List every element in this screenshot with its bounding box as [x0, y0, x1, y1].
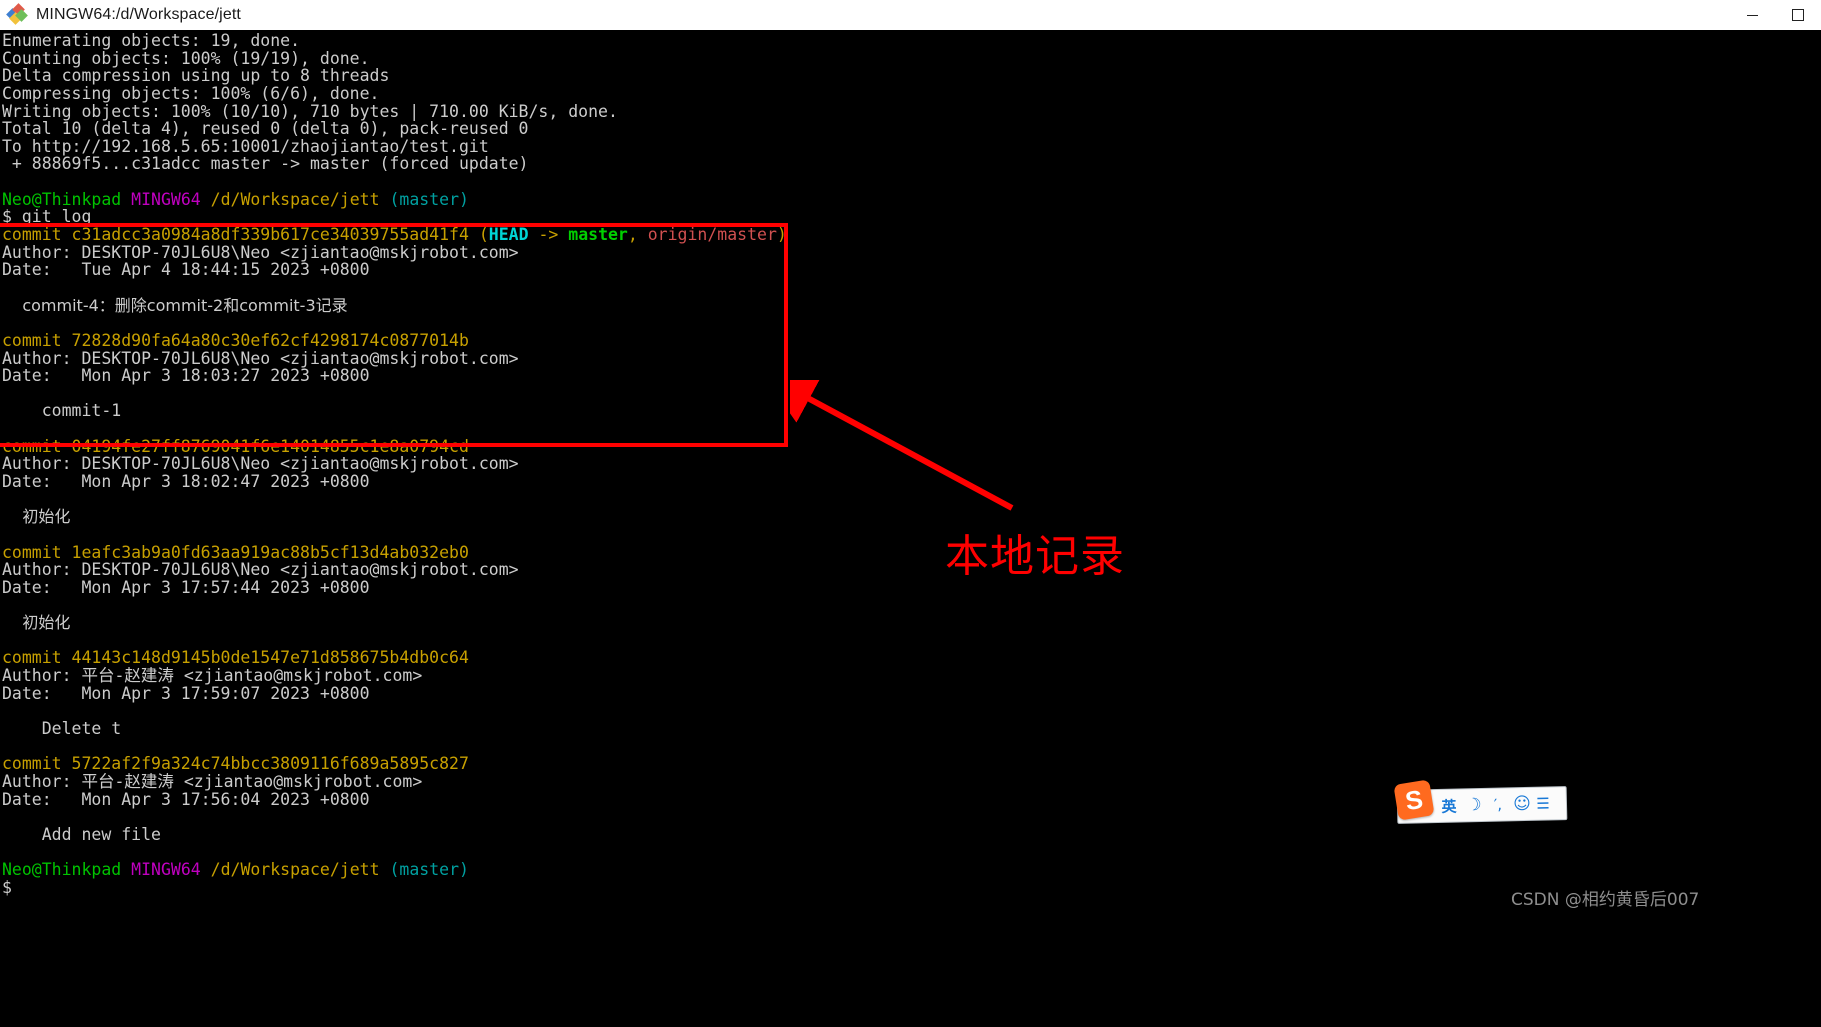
ime-language-mode[interactable]: 英 — [1436, 789, 1463, 822]
push-output-line: Delta compression using up to 8 threads — [2, 66, 390, 86]
final-prompt-line: $ — [2, 877, 12, 897]
commit-message-line: Add new file — [2, 826, 787, 844]
push-output-line: Total 10 (delta 4), reused 0 (delta 0), … — [2, 119, 529, 139]
punctuation-icon[interactable]: ′, — [1486, 788, 1511, 821]
terminal-output: Enumerating objects: 19, done. Counting o… — [0, 30, 787, 896]
commit-hash: commit 04194fe27ff8769041f6e14014855c1e8… — [2, 436, 469, 456]
commit-date-line: Date: Tue Apr 4 18:44:15 2023 +0800 — [2, 260, 370, 280]
commit-hash-line: commit 5722af2f9a324c74bbcc3809116f689a5… — [2, 755, 787, 773]
command-line: $ git log — [2, 207, 92, 227]
commit-date-line: Date: Mon Apr 3 17:56:04 2023 +0800 — [2, 789, 370, 809]
command-text: git log — [21, 207, 92, 227]
commit-author-line: Author: DESKTOP-70JL6U8\Neo <zjiantao@ms… — [2, 560, 519, 580]
commit-message: Add new file — [2, 824, 161, 844]
terminal-window[interactable]: Enumerating objects: 19, done. Counting o… — [0, 30, 1821, 1027]
commit-message: 初始化 — [2, 507, 71, 527]
commit-author-line: Author: 平台-赵建涛 <zjiantao@mskjrobot.com> — [2, 771, 423, 791]
commit-message: commit-1 — [2, 401, 122, 421]
window-title: MINGW64:/d/Workspace/jett — [36, 6, 241, 23]
prompt-user-host: Neo@Thinkpad — [2, 860, 122, 880]
commit-author-line: Author: DESKTOP-70JL6U8\Neo <zjiantao@ms… — [2, 348, 519, 368]
commit-author-line: Author: 平台-赵建涛 <zjiantao@mskjrobot.com> — [2, 666, 423, 686]
commit-message-line: Delete t — [2, 720, 787, 738]
sogou-logo-icon[interactable]: S — [1393, 779, 1435, 821]
commit-date-line: Date: Mon Apr 3 17:57:44 2023 +0800 — [2, 577, 370, 597]
decoration-head: HEAD — [488, 225, 529, 245]
commit-message: commit-4：删除commit-2和commit-3记录 — [2, 295, 348, 315]
commit-hash: commit 72828d90fa64a80c30ef62cf4298174c0… — [2, 330, 469, 350]
window-controls — [1729, 0, 1821, 30]
moon-icon[interactable]: ☽ — [1462, 789, 1487, 822]
commit-hash: commit 5722af2f9a324c74bbcc3809116f689a5… — [2, 754, 469, 774]
commit-message-line: commit-1 — [2, 402, 787, 420]
prompt-path: /d/Workspace/jett — [210, 189, 380, 209]
prompt-branch: (master) — [389, 189, 469, 209]
commit-hash: commit 44143c148d9145b0de1547e71d858675b… — [2, 648, 469, 668]
push-output-line: Compressing objects: 100% (6/6), done. — [2, 83, 380, 103]
commit-message-line: 初始化 — [2, 614, 787, 632]
window-title-bar: MINGW64:/d/Workspace/jett — [0, 0, 1821, 31]
annotation-label: 本地记录 — [945, 531, 1125, 582]
commit-author-line: Author: DESKTOP-70JL6U8\Neo <zjiantao@ms… — [2, 454, 519, 474]
commit-hash-line: commit 44143c148d9145b0de1547e71d858675b… — [2, 649, 787, 667]
prompt-path: /d/Workspace/jett — [210, 860, 380, 880]
commit-date-line: Date: Mon Apr 3 18:02:47 2023 +0800 — [2, 472, 370, 492]
csdn-watermark: CSDN @相约黄昏后007 — [1511, 890, 1700, 910]
commit-hash-line: commit 04194fe27ff8769041f6e14014855c1e8… — [2, 436, 787, 456]
prompt-shell: MINGW64 — [131, 189, 201, 209]
commit-message: Delete t — [2, 718, 122, 738]
red-arrow — [790, 380, 1014, 511]
push-output-line: Counting objects: 100% (19/19), done. — [2, 48, 370, 68]
push-output-line: Writing objects: 100% (10/10), 710 bytes… — [2, 101, 618, 121]
commit-hash: commit 1eafc3ab9a0fd63aa919ac88b5cf13d4a… — [2, 542, 469, 562]
commit-date-line: Date: Mon Apr 3 17:59:07 2023 +0800 — [2, 683, 370, 703]
commit-date-line: Date: Mon Apr 3 18:03:27 2023 +0800 — [2, 366, 370, 386]
commit-message: 初始化 — [2, 613, 71, 633]
shell-prompt-line: Neo@Thinkpad MINGW64 /d/Workspace/jett (… — [2, 861, 787, 879]
prompt-branch: (master) — [389, 860, 469, 880]
push-output-line: Enumerating objects: 19, done. — [2, 31, 301, 50]
maximize-button[interactable] — [1775, 0, 1821, 30]
prompt-shell: MINGW64 — [131, 860, 201, 880]
commit-hash-line: commit c31adcc3a0984a8df339b617ce3403975… — [2, 225, 787, 245]
minimize-button[interactable] — [1729, 0, 1775, 30]
shell-prompt-line: Neo@Thinkpad MINGW64 /d/Workspace/jett (… — [2, 189, 787, 209]
commit-hash-line: commit 72828d90fa64a80c30ef62cf4298174c0… — [2, 332, 787, 350]
smiley-icon[interactable]: ☺ — [1510, 788, 1535, 821]
push-output-line: To http://192.168.5.65:10001/zhaojiantao… — [2, 136, 489, 156]
push-output-line: + 88869f5...c31adcc master -> master (fo… — [2, 154, 529, 174]
commit-hash-line: commit 1eafc3ab9a0fd63aa919ac88b5cf13d4a… — [2, 542, 787, 562]
commit-author-line: Author: DESKTOP-70JL6U8\Neo <zjiantao@ms… — [2, 242, 519, 262]
menu-icon[interactable]: ☰ — [1534, 787, 1553, 819]
decoration-branch: master — [568, 225, 628, 245]
git-bash-icon — [6, 3, 28, 25]
prompt-user-host: Neo@Thinkpad — [2, 189, 122, 209]
commit-message-line: 初始化 — [2, 508, 787, 526]
commit-message-line: commit-4：删除commit-2和commit-3记录 — [2, 295, 787, 315]
commit-hash: commit c31adcc3a0984a8df339b617ce3403975… — [2, 225, 469, 245]
decoration-remote: origin/master — [647, 225, 777, 245]
